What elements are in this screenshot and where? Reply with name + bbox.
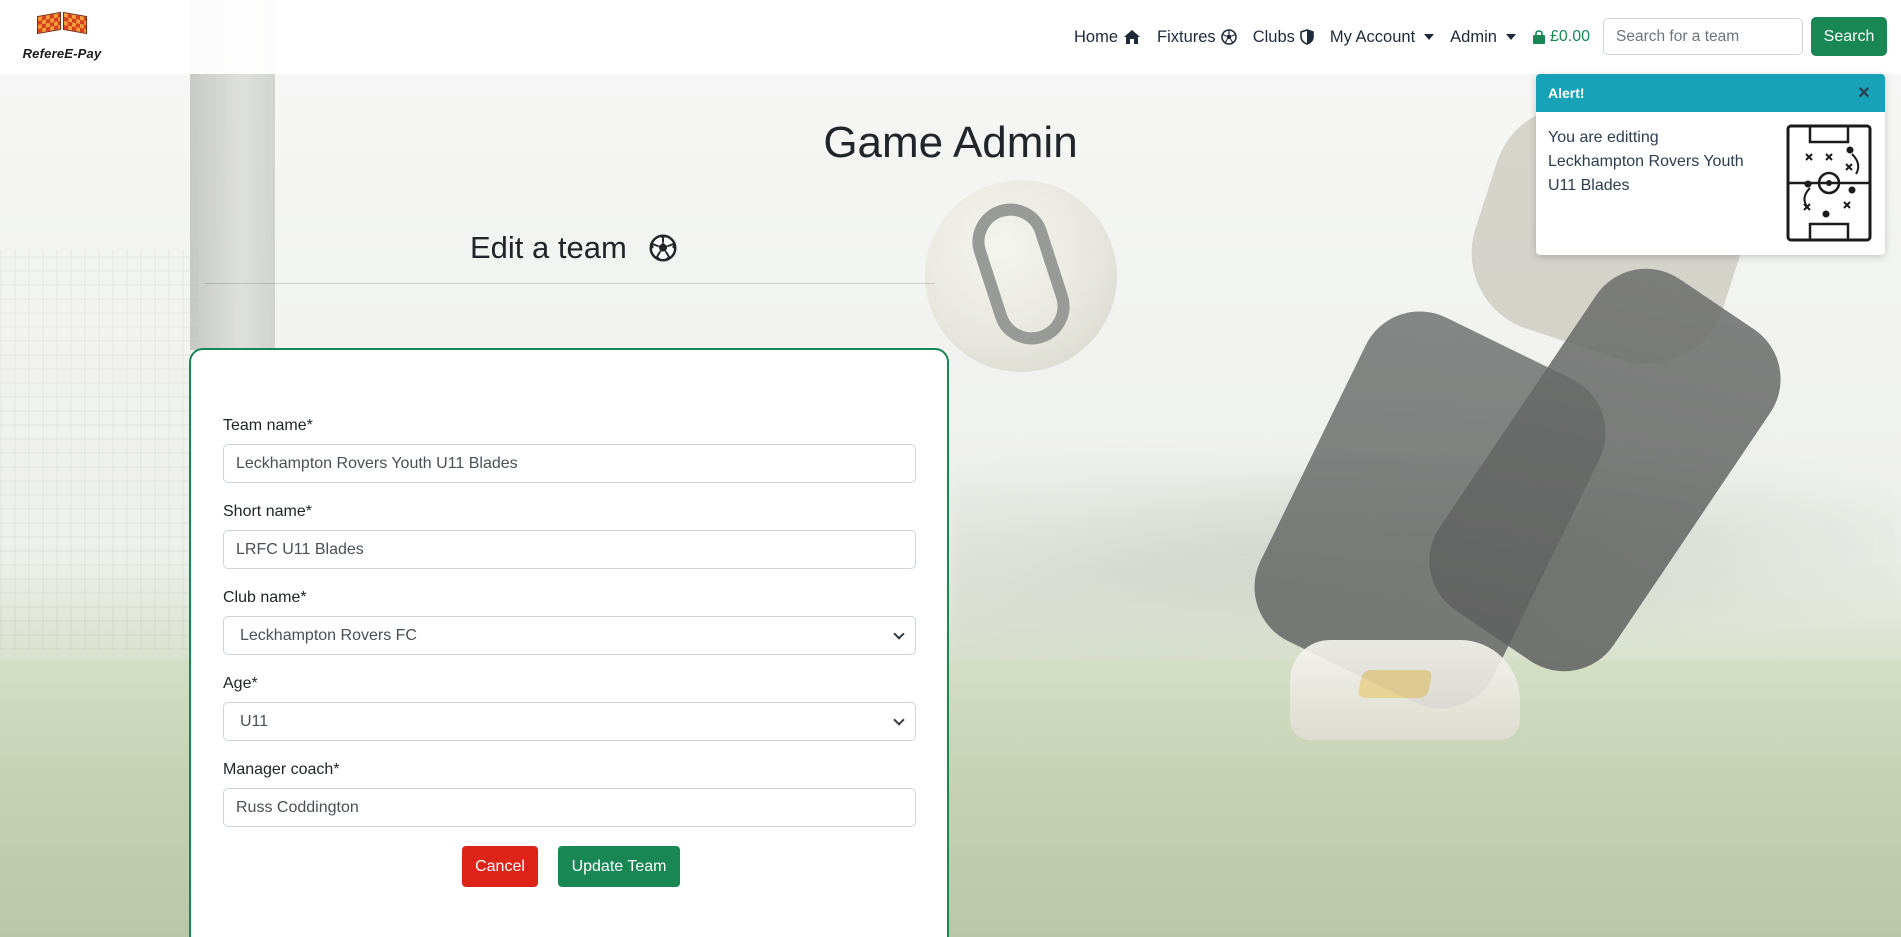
toast-message: You are editting Leckhampton Rovers Yout… [1548,129,1744,194]
age-select[interactable]: U11 [223,702,916,741]
club-name-label: Club name* [223,589,307,606]
chevron-down-icon [893,713,905,726]
edit-team-form: Team name* Leckhampton Rovers Youth U11 … [189,348,949,937]
close-icon[interactable]: × [1855,83,1873,103]
home-icon [1124,30,1140,44]
brand-name: RefereE-Pay [22,46,102,61]
team-search-input[interactable] [1603,18,1803,55]
age-label: Age* [223,675,258,692]
team-name-field: Team name* Leckhampton Rovers Youth U11 … [223,417,916,483]
short-name-label: Short name* [223,503,312,520]
cart-total: £0.00 [1549,28,1590,45]
toast-title: Alert! [1548,85,1585,101]
search-button[interactable]: Search [1811,17,1887,56]
nav-fixtures[interactable]: Fixtures [1149,28,1245,47]
navbar: RefereE-Pay Home Fixtures Clubs My Accou… [0,0,1901,74]
age-field: Age* U11 [223,675,916,741]
chevron-down-icon [1424,34,1435,40]
manager-coach-label: Manager coach* [223,761,340,778]
club-name-field: Club name* Leckhampton Rovers FC [223,589,916,655]
cancel-button[interactable]: Cancel [462,846,538,887]
alert-toast: Alert! × You are editting Leckhampton Ro… [1536,74,1885,255]
chevron-down-icon [1505,34,1516,40]
checkered-flags-icon [37,11,87,42]
brand-logo[interactable]: RefereE-Pay [17,11,107,64]
update-team-button[interactable]: Update Team [558,846,680,887]
soccer-ball-icon [1220,29,1237,45]
manager-coach-input[interactable]: Russ Coddington [223,788,916,827]
chevron-down-icon [893,627,905,640]
nav-my-account-dropdown[interactable]: My Account [1322,28,1442,47]
nav-clubs[interactable]: Clubs [1245,28,1322,47]
tactics-board-icon [1786,124,1872,242]
short-name-field: Short name* LRFC U11 Blades [223,503,916,569]
toast-header: Alert! × [1536,74,1885,112]
divider [205,283,935,284]
soccer-ball-icon [649,234,677,262]
shield-icon [1300,29,1314,45]
short-name-input[interactable]: LRFC U11 Blades [223,530,916,569]
team-name-input[interactable]: Leckhampton Rovers Youth U11 Blades [223,444,916,483]
club-name-select[interactable]: Leckhampton Rovers FC [223,616,916,655]
shopping-bag-icon [1532,29,1545,44]
section-title: Edit a team [470,230,677,266]
nav-links: Home Fixtures Clubs My Account Admin £0.… [1066,0,1598,74]
cart-link[interactable]: £0.00 [1524,28,1598,46]
nav-admin-dropdown[interactable]: Admin [1442,28,1524,47]
manager-coach-field: Manager coach* Russ Coddington [223,761,916,827]
team-name-label: Team name* [223,417,313,434]
nav-home[interactable]: Home [1066,28,1149,47]
